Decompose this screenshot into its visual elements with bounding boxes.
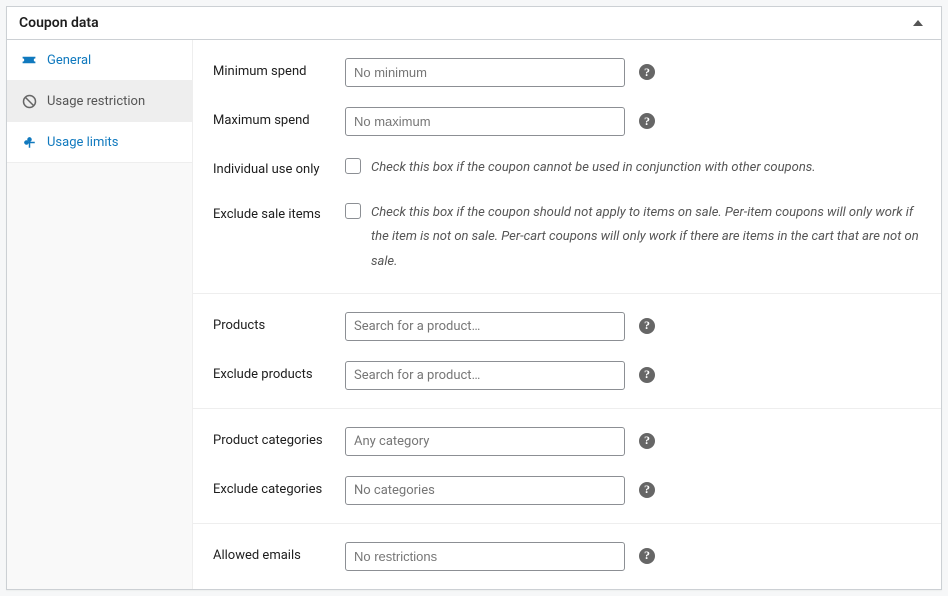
help-icon[interactable]: ? [639, 367, 655, 383]
product-categories-label: Product categories [193, 427, 345, 448]
ban-icon [21, 93, 37, 109]
section-categories: Product categories Any category ? Exclud… [193, 409, 941, 524]
tab-general[interactable]: General [7, 40, 192, 81]
tab-label: Usage limits [47, 135, 118, 150]
sliders-icon [21, 134, 37, 150]
section-products: Products Search for a product… ? Exclude… [193, 294, 941, 409]
help-icon[interactable]: ? [639, 113, 655, 129]
help-icon[interactable]: ? [639, 433, 655, 449]
section-spend: Minimum spend ? Maximum spend ? Individu… [193, 40, 941, 294]
tab-usage-restriction[interactable]: Usage restriction [7, 81, 192, 122]
individual-use-desc: Check this box if the coupon cannot be u… [371, 156, 816, 181]
help-icon[interactable]: ? [639, 318, 655, 334]
exclude-products-select[interactable]: Search for a product… [345, 361, 625, 390]
min-spend-input[interactable] [345, 58, 625, 87]
sidebar-tabs: General Usage restriction Usage limits [7, 40, 193, 589]
max-spend-input[interactable] [345, 107, 625, 136]
allowed-emails-label: Allowed emails [193, 542, 345, 563]
allowed-emails-input[interactable] [345, 542, 625, 571]
tab-label: General [47, 53, 91, 68]
section-emails: Allowed emails ? [193, 524, 941, 589]
products-label: Products [193, 312, 345, 333]
products-select[interactable]: Search for a product… [345, 312, 625, 341]
help-icon[interactable]: ? [639, 548, 655, 564]
exclude-categories-select[interactable]: No categories [345, 476, 625, 505]
min-spend-label: Minimum spend [193, 58, 345, 79]
exclude-sale-checkbox[interactable] [345, 203, 361, 219]
panel-header[interactable]: Coupon data [7, 7, 941, 40]
help-icon[interactable]: ? [639, 64, 655, 80]
individual-use-label: Individual use only [193, 156, 345, 177]
tab-content-usage-restriction: Minimum spend ? Maximum spend ? Individu… [193, 40, 941, 589]
exclude-sale-label: Exclude sale items [193, 201, 345, 222]
collapse-toggle-icon [913, 20, 923, 26]
exclude-sale-desc: Check this box if the coupon should not … [371, 201, 931, 275]
tab-label: Usage restriction [47, 94, 145, 109]
coupon-data-panel: Coupon data General Usage restriction [6, 6, 942, 590]
panel-title: Coupon data [19, 15, 99, 31]
max-spend-label: Maximum spend [193, 107, 345, 128]
tab-usage-limits[interactable]: Usage limits [7, 122, 192, 163]
exclude-products-label: Exclude products [193, 361, 345, 382]
product-categories-select[interactable]: Any category [345, 427, 625, 456]
ticket-icon [21, 52, 37, 68]
exclude-categories-label: Exclude categories [193, 476, 345, 497]
panel-body: General Usage restriction Usage limits M… [7, 40, 941, 589]
individual-use-checkbox[interactable] [345, 158, 361, 174]
help-icon[interactable]: ? [639, 482, 655, 498]
